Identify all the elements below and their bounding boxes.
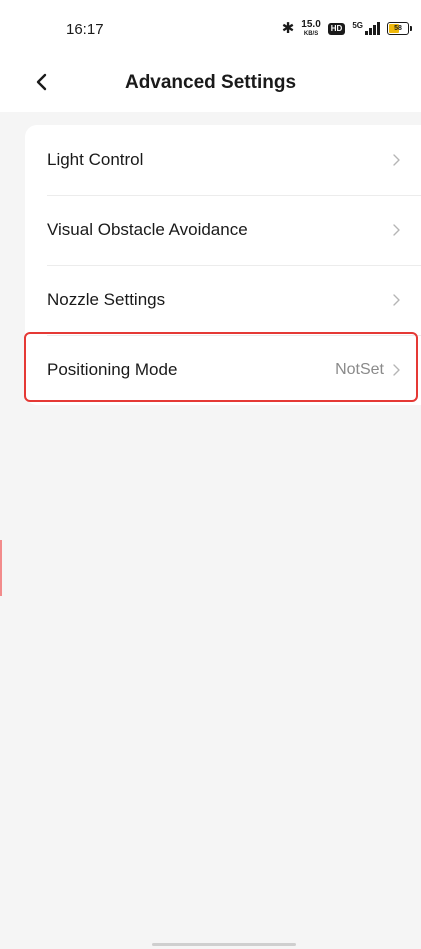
status-bar: 16:17 ✱ 15.0 KB/S HD 5G 58 (0, 0, 421, 60)
nav-bar: Advanced Settings (0, 60, 421, 104)
settings-item-positioning-mode[interactable]: Positioning Mode NotSet (25, 335, 421, 405)
battery-icon: 58 (387, 22, 412, 35)
hd-badge: HD (327, 22, 346, 35)
home-indicator[interactable] (152, 943, 296, 946)
status-time: 16:17 (66, 21, 104, 38)
settings-item-label: Nozzle Settings (47, 290, 166, 309)
settings-item-light-control[interactable]: Light Control (25, 125, 421, 195)
signal-label: 5G (352, 21, 363, 30)
network-speed-unit: KB/S (303, 31, 319, 37)
settings-item-visual-obstacle-avoidance[interactable]: Visual Obstacle Avoidance (25, 195, 421, 265)
settings-item-nozzle-settings[interactable]: Nozzle Settings (25, 265, 421, 335)
chevron-right-icon (392, 363, 401, 377)
signal-bar (373, 25, 376, 35)
signal-icon: 5G (352, 22, 380, 35)
signal-bar (377, 22, 380, 35)
network-speed-value: 15.0 (301, 19, 321, 30)
edge-marker (0, 540, 2, 596)
page-title: Advanced Settings (124, 72, 297, 93)
signal-bar (369, 28, 372, 35)
settings-item-label: Light Control (47, 150, 144, 169)
chevron-right-icon (392, 153, 401, 167)
settings-card: Light Control Visual Obstacle Avoidance … (25, 125, 421, 405)
chevron-right-icon (392, 223, 401, 237)
positioning-mode-value: NotSet (335, 361, 384, 378)
network-speed: 15.0 KB/S (301, 19, 321, 38)
status-icons: ✱ 15.0 KB/S HD 5G 58 (281, 19, 412, 38)
battery-level: 58 (394, 25, 402, 32)
bluetooth-icon: ✱ (281, 20, 295, 37)
signal-bar (365, 31, 368, 35)
chevron-right-icon (392, 293, 401, 307)
settings-item-label: Positioning Mode (47, 360, 178, 379)
settings-item-label: Visual Obstacle Avoidance (47, 220, 248, 239)
